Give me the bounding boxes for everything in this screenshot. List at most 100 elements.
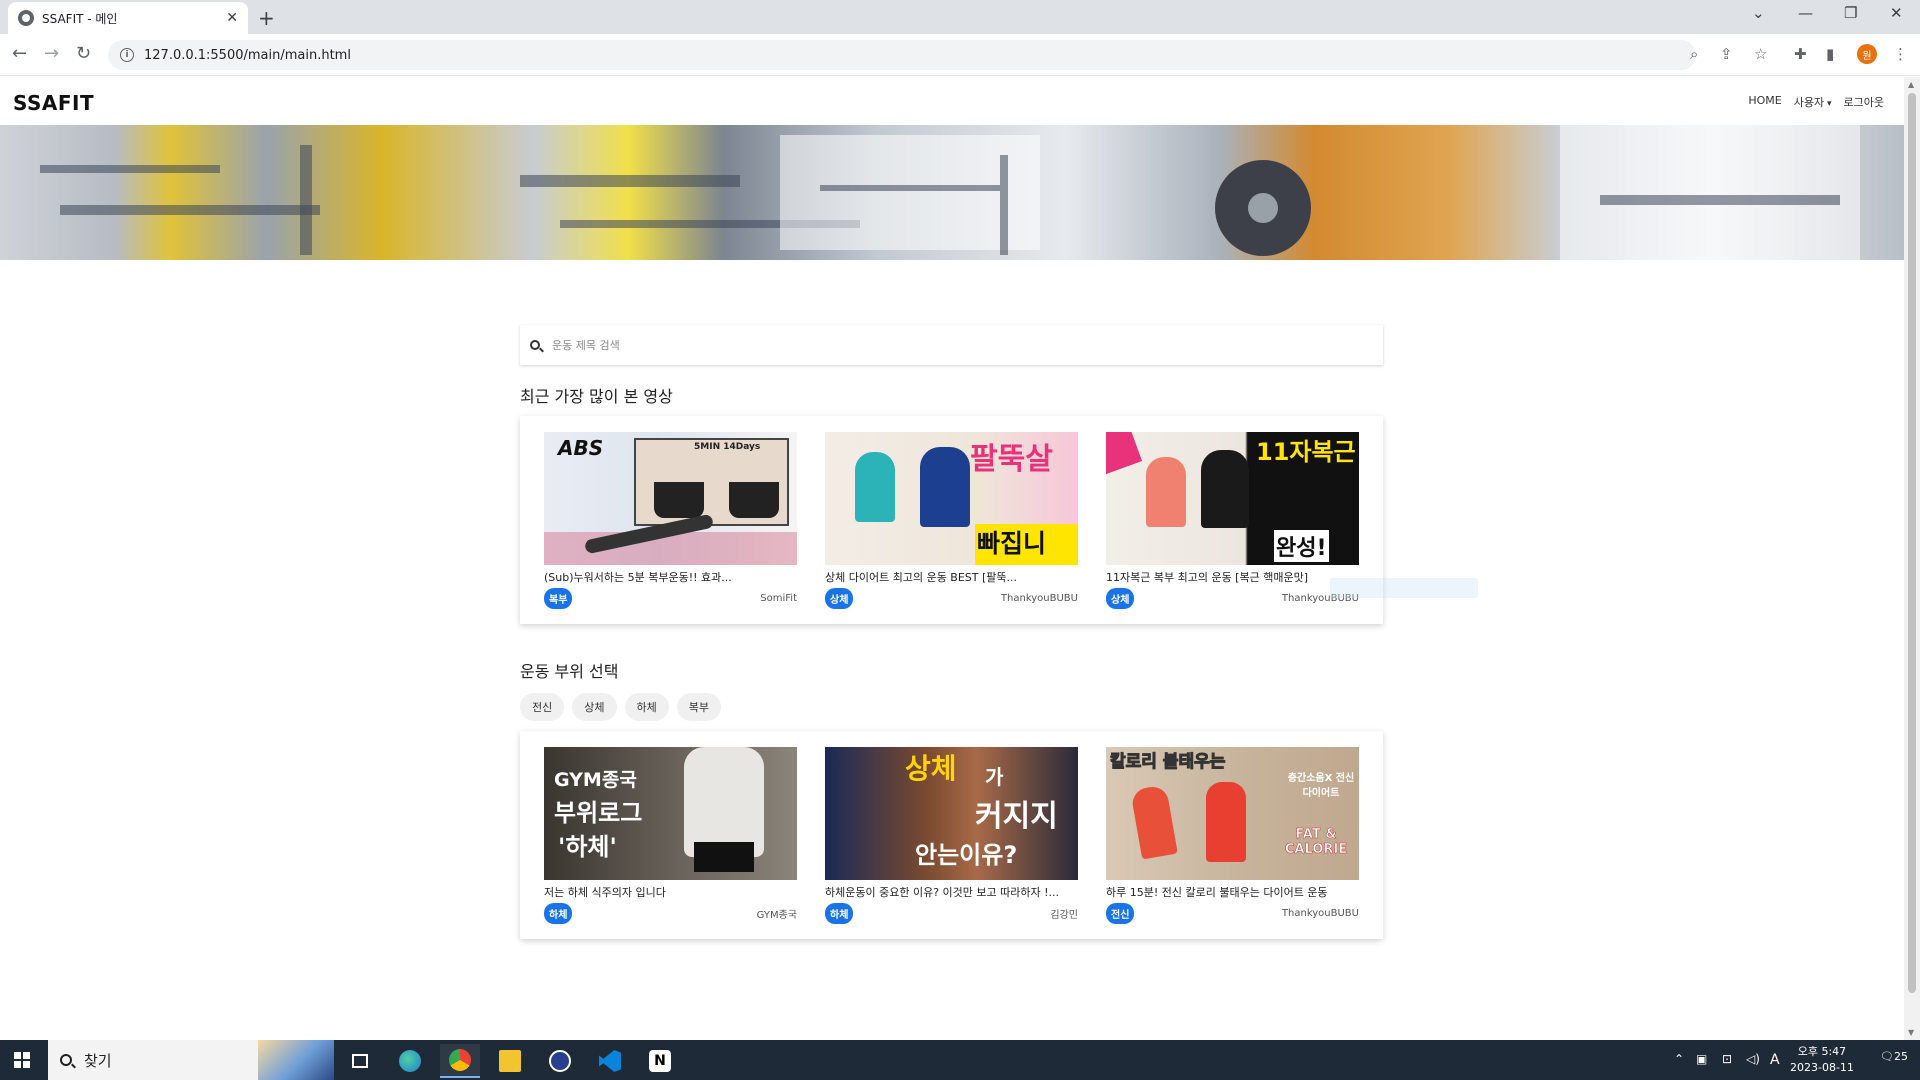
popular-videos-panel: ABS 5MIN 14Days (Sub)누워서하는 5분 복부운동!! 효과.… [520, 416, 1383, 624]
site-brand[interactable]: SSAFIT [13, 91, 94, 115]
notion-icon[interactable]: N [640, 1044, 680, 1078]
chip-abs[interactable]: 복부 [676, 693, 721, 721]
chip-upper-body[interactable]: 상체 [572, 693, 617, 721]
notification-center-icon[interactable]: 🗨25 [1880, 1050, 1908, 1063]
channel-name: SomiFit [760, 593, 797, 604]
edge-icon[interactable] [390, 1044, 430, 1078]
notification-count: 25 [1893, 1050, 1908, 1063]
ime-indicator[interactable]: A [1770, 1052, 1780, 1068]
globe-icon [18, 10, 34, 26]
scrollbar-thumb[interactable] [1908, 93, 1916, 993]
profile-avatar[interactable]: 원 [1857, 44, 1877, 64]
clock-app-icon[interactable] [540, 1044, 580, 1078]
close-window-icon[interactable]: ✕ [1890, 4, 1903, 22]
video-thumbnail[interactable]: 칼로리 불태우는 층간소음X 전신다이어트 FAT & CALORIE [1106, 747, 1359, 880]
minimize-icon[interactable]: — [1798, 4, 1813, 22]
nav-user-dropdown[interactable]: 사용자 [1794, 94, 1832, 110]
browser-toolbar: ← → ↻ i 127.0.0.1:5500/main/main.html ⌕ … [0, 34, 1920, 76]
category-badge: 전신 [1106, 903, 1135, 924]
restore-icon[interactable]: ❐ [1844, 4, 1857, 22]
site-navbar: SSAFIT HOME 사용자 로그아웃 [0, 77, 1904, 125]
video-card[interactable]: 11자복근 완성! 11자복근 복부 최고의 운동 [복근 핵매운맛] 상체 T… [1106, 432, 1359, 609]
scroll-up-icon[interactable]: ▲ [1908, 80, 1914, 89]
taskbar-search[interactable]: 찾기 [48, 1040, 334, 1080]
menu-kebab-icon[interactable]: ⋮ [1893, 45, 1908, 63]
video-card[interactable]: 상체 가 커지지 안는이유? 하체운동이 중요한 이유? 이것만 보고 따라하자… [825, 747, 1078, 924]
part-videos-panel: GYM종국 부위로그 '하체' 저는 하체 식주의자 입니다 하체 GYM종국 … [520, 731, 1383, 939]
nav-logout[interactable]: 로그아웃 [1844, 94, 1884, 110]
channel-name: ThankyouBUBU [1281, 908, 1359, 919]
search-bar[interactable] [520, 325, 1383, 365]
tab-search-icon[interactable]: ⌄ [1752, 4, 1765, 22]
chip-lower-body[interactable]: 하체 [624, 693, 669, 721]
channel-name: GYM종국 [756, 910, 797, 921]
close-tab-icon[interactable]: ✕ [226, 10, 238, 26]
category-badge: 복부 [544, 588, 573, 609]
back-icon[interactable]: ← [12, 43, 27, 64]
search-icon [530, 340, 540, 350]
clock-time: 오후 5:47 [1797, 1045, 1847, 1058]
bookmark-star-icon[interactable]: ☆ [1754, 45, 1767, 63]
video-card[interactable]: GYM종국 부위로그 '하체' 저는 하체 식주의자 입니다 하체 GYM종국 [544, 747, 797, 924]
nav-links: HOME 사용자 로그아웃 [1748, 94, 1884, 110]
video-card[interactable]: ABS 5MIN 14Days (Sub)누워서하는 5분 복부운동!! 효과.… [544, 432, 797, 609]
share-icon[interactable]: ⇪ [1720, 45, 1733, 63]
chrome-icon[interactable] [440, 1044, 480, 1078]
category-badge: 상체 [1106, 588, 1135, 609]
video-thumbnail[interactable]: 팔뚝살 빠집니다! [825, 432, 1078, 565]
category-badge: 하체 [544, 903, 573, 924]
browser-tabstrip: SSAFIT - 메인 ✕ + ⌄ — ❐ ✕ [0, 0, 1920, 34]
video-title[interactable]: 11자복근 복부 최고의 운동 [복근 핵매운맛] [1106, 569, 1359, 585]
reload-icon[interactable]: ↻ [76, 43, 91, 64]
tab-title: SSAFIT - 메인 [42, 11, 118, 26]
parts-heading: 운동 부위 선택 [520, 662, 619, 681]
video-title[interactable]: 하체운동이 중요한 이유? 이것만 보고 따라하자 !... [825, 884, 1078, 900]
tray-app-icon[interactable]: ▣ [1696, 1052, 1707, 1066]
taskbar-search-label[interactable]: 찾기 [84, 1050, 112, 1071]
vscode-icon[interactable] [590, 1044, 630, 1078]
category-badge: 상체 [825, 588, 854, 609]
side-panel-icon[interactable]: ▮ [1826, 45, 1834, 63]
video-title[interactable]: 상체 다이어트 최고의 운동 BEST [팔뚝... [825, 569, 1078, 585]
video-title[interactable]: 하루 15분! 전신 칼로리 불태우는 다이어트 운동 [1106, 884, 1359, 900]
address-bar[interactable]: i 127.0.0.1:5500/main/main.html [108, 40, 1696, 70]
page-scrollbar[interactable]: ▲ ▼ [1904, 77, 1920, 1040]
new-tab-button[interactable]: + [258, 6, 275, 30]
nav-home[interactable]: HOME [1748, 94, 1781, 110]
chip-whole-body[interactable]: 전신 [520, 693, 565, 721]
clock-date: 2023-08-11 [1790, 1061, 1854, 1074]
url-text[interactable]: 127.0.0.1:5500/main/main.html [144, 48, 351, 63]
search-highlight-image [258, 1040, 334, 1080]
browser-tab[interactable]: SSAFIT - 메인 ✕ [8, 2, 248, 34]
taskbar-clock[interactable]: 오후 5:47 2023-08-11 [1790, 1044, 1854, 1076]
video-thumbnail[interactable]: 상체 가 커지지 안는이유? [825, 747, 1078, 880]
category-badge: 하체 [825, 903, 854, 924]
video-thumbnail[interactable]: ABS 5MIN 14Days [544, 432, 797, 565]
task-view-icon[interactable] [340, 1044, 380, 1078]
search-input[interactable] [552, 338, 1332, 352]
info-icon[interactable]: i [120, 48, 134, 62]
faded-tooltip [1330, 578, 1478, 598]
scroll-down-icon[interactable]: ▼ [1908, 1028, 1914, 1037]
gym-banner-image [0, 125, 1904, 260]
part-filter-chips: 전신 상체 하체 복부 [520, 693, 721, 721]
windows-taskbar: 찾기 N ⌃ ▣ ⊡ ◁) A 오후 5:47 2023-08-11 🗨25 [0, 1040, 1920, 1080]
volume-icon[interactable]: ◁) [1746, 1052, 1760, 1066]
popular-heading: 최근 가장 많이 본 영상 [520, 387, 673, 406]
video-thumbnail[interactable]: GYM종국 부위로그 '하체' [544, 747, 797, 880]
video-card[interactable]: 팔뚝살 빠집니다! 상체 다이어트 최고의 운동 BEST [팔뚝... 상체 … [825, 432, 1078, 609]
video-thumbnail[interactable]: 11자복근 완성! [1106, 432, 1359, 565]
video-title[interactable]: (Sub)누워서하는 5분 복부운동!! 효과... [544, 569, 797, 585]
zoom-icon[interactable]: ⌕ [1690, 45, 1698, 63]
channel-name: ThankyouBUBU [1000, 593, 1078, 604]
network-icon[interactable]: ⊡ [1722, 1052, 1732, 1066]
video-card[interactable]: 칼로리 불태우는 층간소음X 전신다이어트 FAT & CALORIE 하루 1… [1106, 747, 1359, 924]
file-explorer-icon[interactable] [490, 1044, 530, 1078]
windows-start-icon[interactable] [14, 1052, 30, 1068]
forward-icon[interactable]: → [44, 43, 59, 64]
search-icon [60, 1054, 72, 1066]
channel-name: 김강민 [1050, 910, 1078, 921]
video-title[interactable]: 저는 하체 식주의자 입니다 [544, 884, 797, 900]
tray-chevron-icon[interactable]: ⌃ [1674, 1052, 1684, 1066]
extensions-icon[interactable]: ✚ [1794, 45, 1807, 63]
